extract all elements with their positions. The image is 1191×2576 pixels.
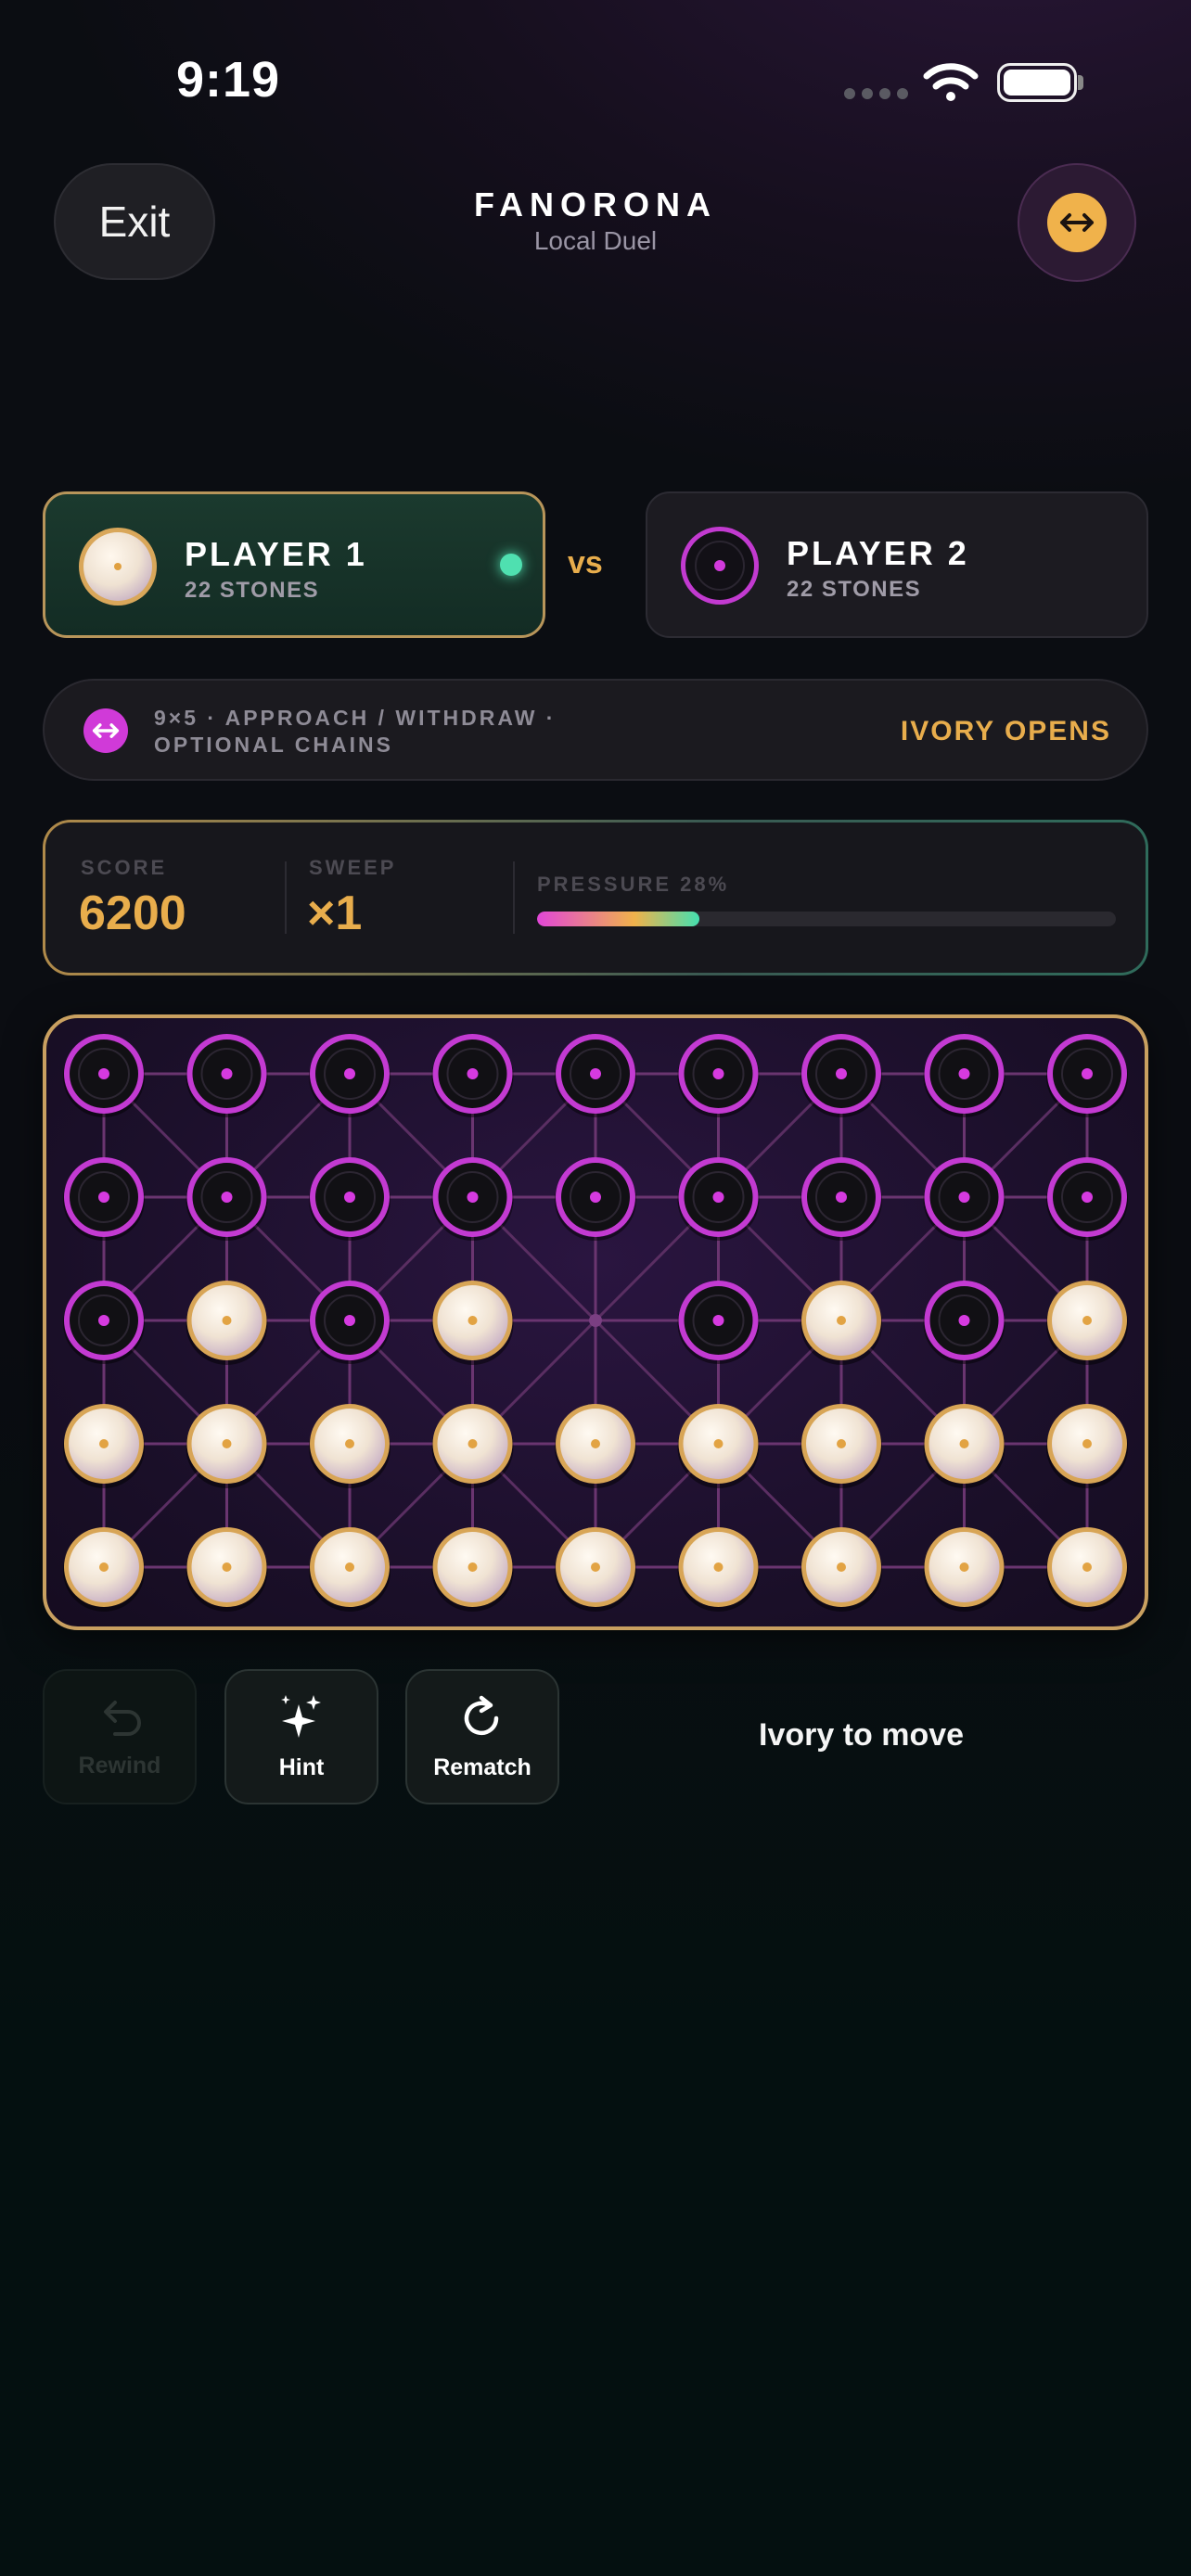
onyx-stone[interactable] bbox=[1046, 1034, 1128, 1117]
onyx-stone[interactable] bbox=[923, 1157, 1005, 1241]
onyx-stone[interactable] bbox=[309, 1034, 391, 1117]
player-1-name: PLAYER 1 bbox=[185, 535, 367, 573]
player-2-card: PLAYER 2 22 STONES bbox=[646, 491, 1148, 638]
ivory-stone[interactable] bbox=[1046, 1281, 1128, 1365]
pressure-bar-fill bbox=[537, 912, 699, 926]
rematch-button[interactable]: Rematch bbox=[405, 1669, 559, 1804]
wifi-icon bbox=[923, 61, 979, 107]
swap-sides-button[interactable] bbox=[1018, 163, 1136, 282]
page-subtitle: Local Duel bbox=[533, 226, 658, 255]
player-1-card: PLAYER 1 22 STONES bbox=[43, 491, 545, 638]
onyx-stone[interactable] bbox=[186, 1157, 268, 1241]
onyx-stone[interactable] bbox=[63, 1034, 145, 1117]
onyx-stone[interactable] bbox=[309, 1281, 391, 1364]
ivory-stone[interactable] bbox=[431, 1527, 514, 1612]
ivory-stone[interactable] bbox=[800, 1527, 882, 1612]
onyx-stone[interactable] bbox=[800, 1034, 882, 1117]
ivory-stone[interactable] bbox=[63, 1404, 145, 1488]
onyx-stone[interactable] bbox=[431, 1034, 514, 1117]
ivory-stone[interactable] bbox=[800, 1281, 882, 1365]
opening-player-label: IVORY OPENS bbox=[900, 716, 1111, 746]
sweep-value: ×1 bbox=[307, 886, 363, 940]
onyx-stone-icon bbox=[679, 525, 761, 611]
turn-status: Ivory to move bbox=[759, 1717, 965, 1753]
rematch-label: Rematch bbox=[433, 1753, 531, 1780]
rules-line-2: OPTIONAL CHAINS bbox=[154, 733, 393, 757]
player-2-name: PLAYER 2 bbox=[787, 534, 969, 572]
ivory-stone[interactable] bbox=[800, 1404, 882, 1488]
onyx-stone[interactable] bbox=[677, 1034, 760, 1117]
rules-bar: 9×5 · APPROACH / WITHDRAW · OPTIONAL CHA… bbox=[43, 679, 1148, 781]
stat-divider bbox=[285, 861, 287, 934]
rewind-button[interactable]: Rewind bbox=[43, 1669, 197, 1804]
page-title: FANORONA bbox=[474, 185, 717, 223]
ivory-stone[interactable] bbox=[186, 1281, 268, 1365]
ivory-stone[interactable] bbox=[1046, 1527, 1128, 1612]
sparkles-icon bbox=[281, 1694, 321, 1738]
rules-line-1: 9×5 · APPROACH / WITHDRAW · bbox=[154, 706, 557, 730]
onyx-stone[interactable] bbox=[555, 1157, 636, 1241]
onyx-stone[interactable] bbox=[923, 1034, 1005, 1117]
game-board bbox=[43, 1014, 1148, 1630]
exit-button[interactable]: Exit bbox=[54, 163, 215, 280]
score-panel: SCORE 6200 SWEEP ×1 PRESSURE 28% bbox=[43, 820, 1148, 976]
swap-arrows-icon bbox=[83, 708, 128, 753]
score-value: 6200 bbox=[79, 886, 186, 940]
onyx-stone[interactable] bbox=[63, 1281, 145, 1364]
battery-icon bbox=[997, 63, 1077, 102]
rewind-label: Rewind bbox=[78, 1752, 161, 1779]
sweep-label: SWEEP bbox=[309, 856, 397, 879]
hint-label: Hint bbox=[278, 1753, 325, 1780]
player-1-stones: 22 STONES bbox=[185, 578, 320, 603]
ivory-stone[interactable] bbox=[677, 1527, 760, 1612]
ivory-stone[interactable] bbox=[1046, 1404, 1128, 1488]
empty-point[interactable] bbox=[589, 1314, 602, 1327]
restart-arrow-icon bbox=[464, 1695, 499, 1735]
score-label: SCORE bbox=[81, 856, 168, 879]
onyx-stone[interactable] bbox=[677, 1281, 760, 1364]
ivory-stone[interactable] bbox=[431, 1404, 514, 1488]
cellular-signal-icon bbox=[844, 88, 908, 99]
active-turn-indicator bbox=[500, 554, 522, 576]
onyx-stone[interactable] bbox=[1046, 1157, 1128, 1241]
onyx-stone[interactable] bbox=[63, 1157, 145, 1241]
ivory-stone[interactable] bbox=[309, 1527, 391, 1612]
onyx-stone[interactable] bbox=[431, 1157, 514, 1241]
ivory-stone[interactable] bbox=[431, 1281, 514, 1365]
ivory-stone[interactable] bbox=[923, 1527, 1005, 1612]
vs-label: vs bbox=[568, 545, 603, 580]
status-time: 9:19 bbox=[176, 52, 281, 108]
ivory-stone[interactable] bbox=[555, 1404, 636, 1488]
swap-arrows-icon bbox=[1047, 193, 1107, 252]
onyx-stone[interactable] bbox=[923, 1281, 1005, 1364]
onyx-stone[interactable] bbox=[555, 1034, 636, 1117]
ivory-stone[interactable] bbox=[555, 1527, 636, 1612]
ivory-stone[interactable] bbox=[923, 1404, 1005, 1488]
hint-button[interactable]: Hint bbox=[224, 1669, 378, 1804]
onyx-stone[interactable] bbox=[309, 1157, 391, 1241]
rules-description: 9×5 · APPROACH / WITHDRAW · OPTIONAL CHA… bbox=[154, 705, 673, 759]
board-grid bbox=[63, 1034, 1128, 1612]
pressure-bar bbox=[537, 912, 1116, 926]
ivory-stone[interactable] bbox=[677, 1404, 760, 1488]
pressure-label: PRESSURE 28% bbox=[537, 873, 730, 896]
onyx-stone[interactable] bbox=[800, 1157, 882, 1241]
ivory-stone-icon bbox=[77, 526, 159, 612]
ivory-stone[interactable] bbox=[309, 1404, 391, 1488]
ivory-stone[interactable] bbox=[186, 1404, 268, 1488]
stat-divider bbox=[513, 861, 515, 934]
undo-arrow-icon bbox=[104, 1700, 141, 1736]
ivory-stone[interactable] bbox=[63, 1527, 145, 1612]
ivory-stone[interactable] bbox=[186, 1527, 268, 1612]
onyx-stone[interactable] bbox=[186, 1034, 268, 1117]
battery-cap bbox=[1078, 75, 1083, 90]
player-2-stones: 22 STONES bbox=[787, 577, 922, 602]
onyx-stone[interactable] bbox=[677, 1157, 760, 1241]
